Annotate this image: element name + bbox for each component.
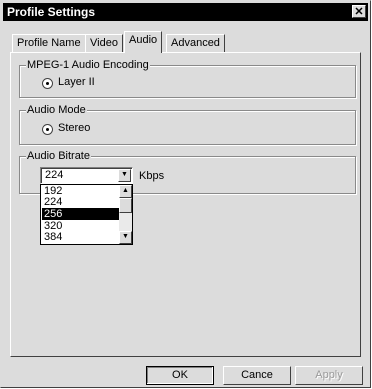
list-item[interactable]: 384 [42,231,119,243]
bitrate-value: 224 [45,169,64,181]
group-label: MPEG-1 Audio Encoding [26,59,150,71]
window-title: Profile Settings [7,5,96,19]
close-icon[interactable]: ✕ [352,5,366,18]
apply-button[interactable]: Apply [295,366,363,385]
title-bar[interactable]: Profile Settings ✕ [3,3,368,21]
group-label: Audio Mode [26,104,87,116]
ok-button[interactable]: OK [146,366,214,385]
scroll-up-icon[interactable]: ▲ [119,185,132,198]
tab-video[interactable]: Video [85,34,123,52]
scroll-thumb[interactable] [119,198,132,213]
list-item-selected[interactable]: 256 [42,208,119,220]
tab-advanced[interactable]: Advanced [166,34,225,52]
tab-profile-name[interactable]: Profile Name [12,34,86,52]
radio-label: Stereo [58,122,91,134]
group-audio-encoding: MPEG-1 Audio Encoding Layer II [19,59,356,98]
bitrate-dropdown-list[interactable]: 192 224 256 320 384 ▲ ▼ [40,184,133,245]
radio-stereo[interactable] [42,124,53,135]
profile-settings-dialog: Profile Settings ✕ Profile Name Video Au… [0,0,371,388]
chevron-down-icon[interactable]: ▼ [118,169,131,182]
dropdown-scrollbar[interactable]: ▲ ▼ [119,185,132,244]
list-item[interactable]: 224 [42,196,119,208]
bitrate-select[interactable]: 224 ▼ [40,167,133,184]
tab-audio[interactable]: Audio [124,31,163,53]
scroll-down-icon[interactable]: ▼ [119,231,132,244]
cancel-button[interactable]: Cance [223,366,291,385]
group-audio-mode: Audio Mode Stereo [19,104,356,145]
group-label: Audio Bitrate [26,150,91,162]
radio-label: Layer II [58,76,95,88]
bitrate-unit: Kbps [139,170,165,182]
radio-layer-ii[interactable] [42,78,53,89]
